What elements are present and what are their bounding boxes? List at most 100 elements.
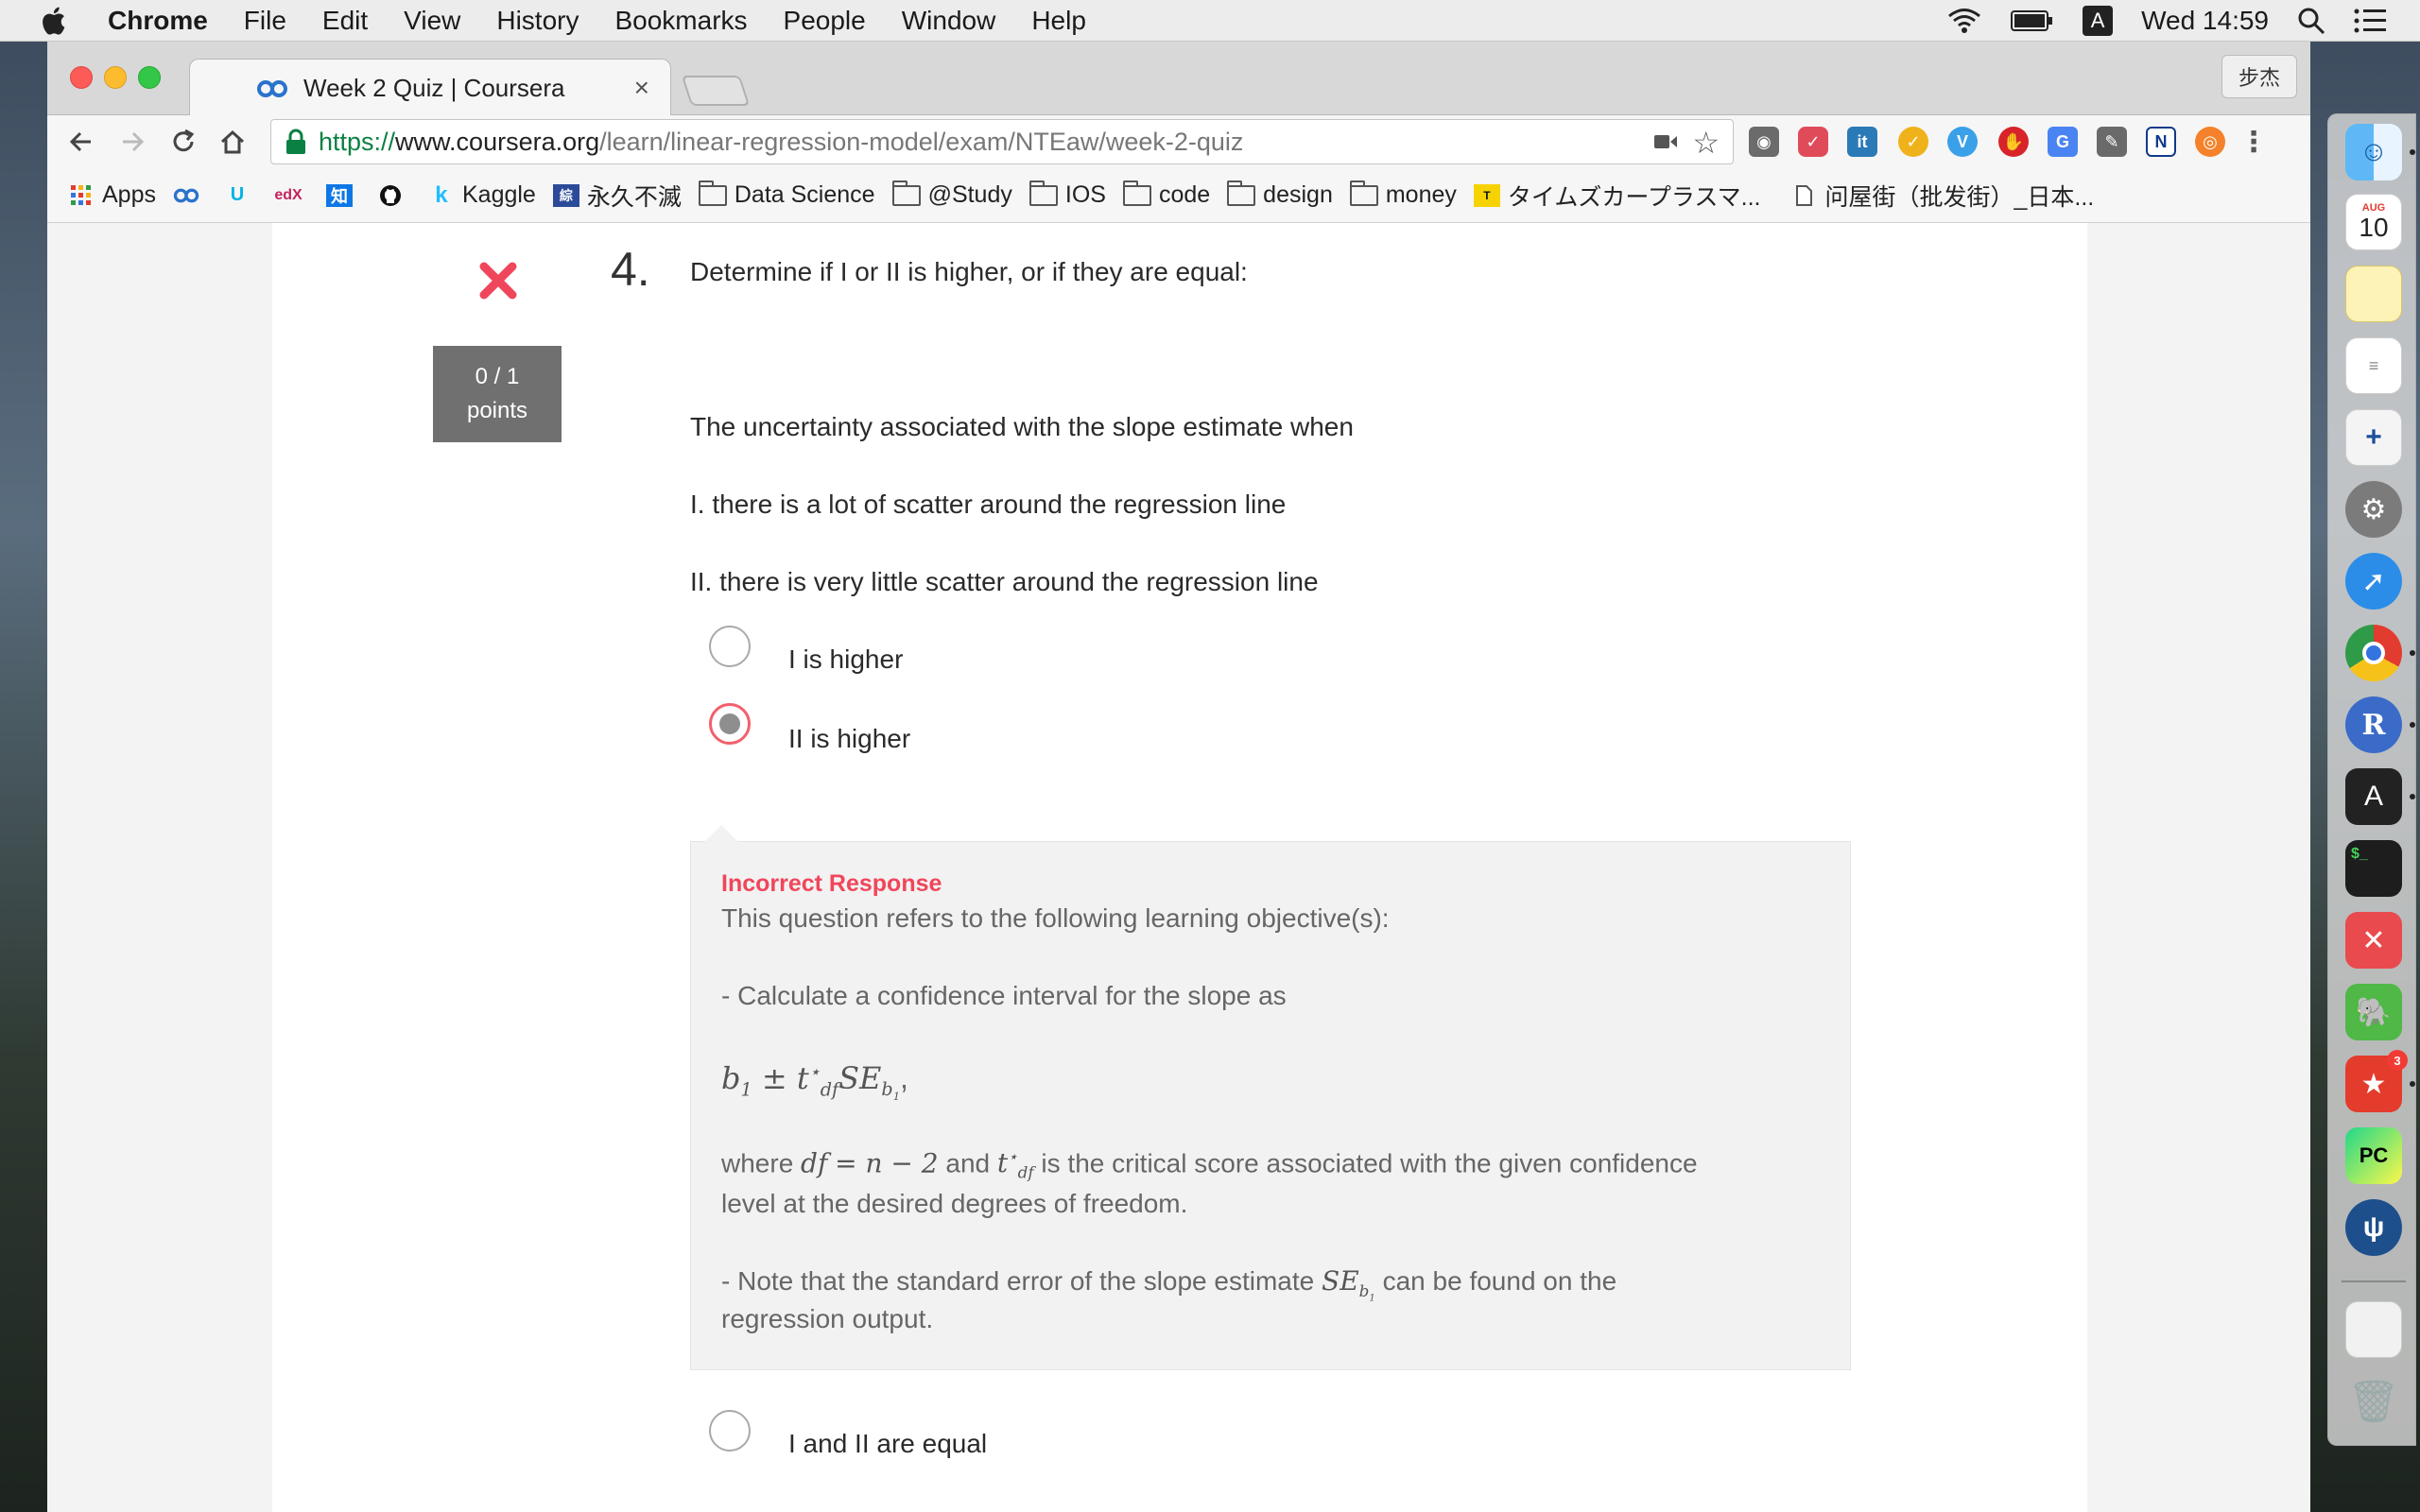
menu-app-name[interactable]: Chrome xyxy=(108,6,208,36)
extension-spy-icon[interactable]: ◉ xyxy=(1749,127,1779,157)
option-label-ii-higher[interactable]: II is higher xyxy=(788,724,910,754)
new-tab-button[interactable] xyxy=(681,76,751,106)
adblock-icon[interactable]: ✋ xyxy=(1998,127,2029,157)
notes-icon[interactable] xyxy=(2345,266,2402,322)
menu-bookmarks[interactable]: Bookmarks xyxy=(614,6,747,36)
bookmark-site[interactable]: 綜永久不滅 xyxy=(552,179,682,213)
spotlight-search-icon[interactable] xyxy=(2297,7,2325,35)
menu-history[interactable]: History xyxy=(496,6,579,36)
df-equation: = n − 2 xyxy=(835,1147,939,1179)
finder-icon[interactable]: ☺ xyxy=(2345,124,2402,180)
folder-icon xyxy=(698,180,727,206)
bookmark-times[interactable]: T タイムズカープラスマ... xyxy=(1473,179,1760,213)
sourcetree-icon[interactable]: ψ xyxy=(2345,1199,2402,1256)
downloads-stack-icon[interactable] xyxy=(2345,1301,2402,1358)
font-book-icon[interactable]: A xyxy=(2345,768,2402,825)
apple-icon[interactable] xyxy=(38,4,72,38)
xmind-icon[interactable]: ✕ xyxy=(2345,912,2402,969)
menu-edit[interactable]: Edit xyxy=(322,6,368,36)
github-icon xyxy=(379,184,401,206)
bookmarks-bar: Apps U edX 知 k Kaggle 綜永久不滅 Data Science … xyxy=(47,168,2310,223)
bookmark-folder-data-science[interactable]: Data Science xyxy=(698,180,875,209)
bookmark-label: money xyxy=(1385,181,1457,208)
bookmark-star-icon[interactable]: ☆ xyxy=(1692,128,1720,158)
bookmark-label: Apps xyxy=(102,181,156,208)
bookmark-folder-code[interactable]: code xyxy=(1122,180,1210,209)
input-source-icon[interactable]: A xyxy=(2083,6,2114,36)
bookmark-folder-design[interactable]: design xyxy=(1227,180,1333,209)
notification-center-icon[interactable] xyxy=(2354,8,2388,34)
option-label-equal[interactable]: I and II are equal xyxy=(788,1429,987,1459)
option-radio-ii-higher[interactable] xyxy=(709,703,751,745)
bookmark-folder-study[interactable]: @Study xyxy=(891,180,1012,209)
page-viewport: 0 / 1 points 4. Determine if I or II is … xyxy=(47,223,2310,1512)
back-arrow-icon[interactable] xyxy=(66,127,96,157)
menu-window[interactable]: Window xyxy=(902,6,996,36)
instapaper-icon[interactable]: it xyxy=(1847,127,1877,157)
url-path: /learn/linear-regression-model/exam/NTEa… xyxy=(599,127,1244,156)
menu-clock[interactable]: Wed 14:59 xyxy=(2141,6,2269,36)
bookmark-coursera[interactable] xyxy=(173,184,207,207)
menu-file[interactable]: File xyxy=(244,6,286,36)
bookmark-kaggle[interactable]: k Kaggle xyxy=(428,181,536,209)
bookmark-udacity[interactable]: U xyxy=(224,184,258,207)
bookmark-folder-money[interactable]: money xyxy=(1349,180,1457,209)
lifebuoy-extension-icon[interactable]: ◎ xyxy=(2195,127,2225,157)
where-prefix: where xyxy=(721,1148,794,1178)
r-app-icon[interactable]: R xyxy=(2345,696,2402,753)
secure-lock-icon[interactable] xyxy=(285,129,307,155)
pocket-icon[interactable]: ✓ xyxy=(1798,127,1828,157)
forward-arrow-icon[interactable] xyxy=(117,127,147,157)
chrome-menu-icon[interactable]: ⋮ xyxy=(2238,127,2269,158)
google-translate-icon[interactable]: G xyxy=(2048,127,2078,157)
reload-icon[interactable] xyxy=(168,127,199,157)
incorrect-x-icon xyxy=(479,262,517,300)
bookmark-edx[interactable]: edX xyxy=(274,184,309,207)
option-radio-i-higher[interactable] xyxy=(709,626,751,667)
folder-icon xyxy=(891,180,921,206)
pycharm-icon[interactable]: PC xyxy=(2345,1127,2402,1184)
address-bar[interactable]: https://www.coursera.org/learn/linear-re… xyxy=(270,119,1734,164)
bookmark-apps[interactable]: Apps xyxy=(68,181,156,209)
bookmark-page[interactable]: 问屋街（批发街）_日本... xyxy=(1790,179,2094,213)
terminal-icon[interactable]: $_ xyxy=(2345,840,2402,897)
rainbow-extension-icon[interactable]: ✓ xyxy=(1898,127,1928,157)
profile-button[interactable]: 步杰 xyxy=(2221,55,2297,98)
menu-help[interactable]: Help xyxy=(1031,6,1086,36)
close-window-button[interactable] xyxy=(70,66,93,89)
trash-icon[interactable]: 🗑 xyxy=(2345,1373,2402,1430)
camera-blocked-icon[interactable] xyxy=(1653,131,1678,152)
menu-view[interactable]: View xyxy=(404,6,460,36)
close-tab-icon[interactable]: × xyxy=(634,73,649,103)
vimium-icon[interactable]: V xyxy=(1947,127,1978,157)
bookmark-folder-ios[interactable]: IOS xyxy=(1028,180,1106,209)
df-symbol: df xyxy=(801,1147,828,1179)
system-preferences-icon[interactable]: ⚙ xyxy=(2345,481,2402,538)
bookmark-github[interactable] xyxy=(377,184,411,207)
dock-separator xyxy=(2342,1280,2406,1282)
menu-people[interactable]: People xyxy=(784,6,866,36)
note-suffix: can be found on the xyxy=(1382,1266,1617,1296)
tab-week-2-quiz[interactable]: Week 2 Quiz | Coursera × xyxy=(189,59,671,117)
wunderlist-icon[interactable]: ★ 3 xyxy=(2345,1050,2408,1112)
tableau-icon[interactable]: + xyxy=(2345,409,2402,466)
reminders-icon[interactable]: ≡ xyxy=(2345,337,2402,394)
safari-icon[interactable]: ➚ xyxy=(2345,553,2402,610)
tab-strip: Week 2 Quiz | Coursera × 步杰 xyxy=(47,42,2310,117)
bookmark-zhihu[interactable]: 知 xyxy=(325,183,360,207)
coursera-favicon-icon xyxy=(257,79,287,97)
battery-icon[interactable] xyxy=(2011,9,2054,32)
option-radio-equal[interactable] xyxy=(709,1410,751,1452)
calendar-icon[interactable]: AUG 10 xyxy=(2345,194,2402,250)
wifi-icon[interactable] xyxy=(1946,7,1982,35)
notion-extension-icon[interactable]: N xyxy=(2146,127,2176,157)
minimize-window-button[interactable] xyxy=(104,66,127,89)
calendar-day: 10 xyxy=(2359,213,2389,242)
home-icon[interactable] xyxy=(217,127,248,157)
zoom-window-button[interactable] xyxy=(138,66,161,89)
browser-toolbar: https://www.coursera.org/learn/linear-re… xyxy=(47,115,2310,168)
chrome-icon[interactable] xyxy=(2345,625,2402,681)
evernote-icon[interactable]: 🐘 xyxy=(2345,984,2402,1040)
option-label-i-higher[interactable]: I is higher xyxy=(788,644,903,675)
eyedropper-icon[interactable]: ✎ xyxy=(2097,127,2127,157)
